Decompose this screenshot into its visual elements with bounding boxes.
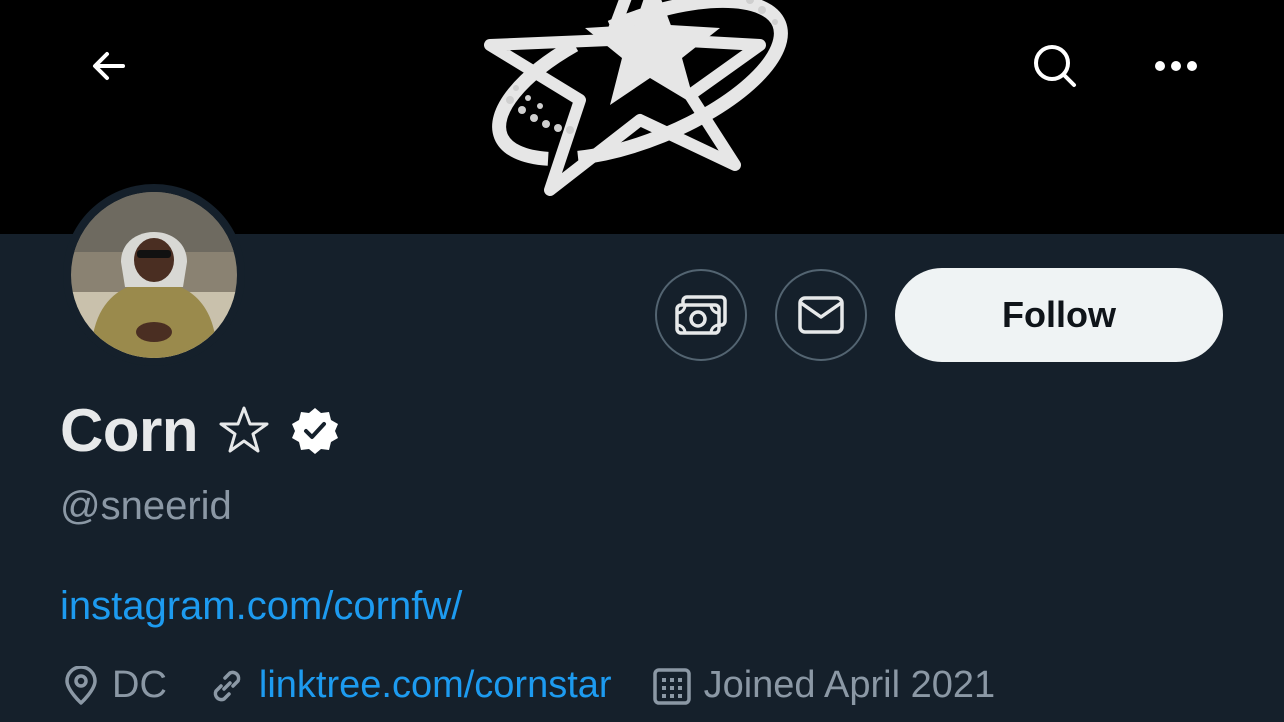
- calendar-icon: [652, 667, 691, 705]
- location-item: DC: [62, 664, 167, 707]
- website-link[interactable]: linktree.com/cornstar: [259, 664, 612, 707]
- tip-button[interactable]: [655, 269, 747, 361]
- money-icon: [675, 295, 727, 335]
- arrow-left-icon: [93, 52, 125, 80]
- search-icon: [1034, 45, 1076, 87]
- joined-text: Joined April 2021: [703, 664, 996, 706]
- star-outline-icon: [219, 406, 269, 452]
- search-button[interactable]: [1023, 34, 1087, 98]
- display-name: Corn: [60, 397, 198, 464]
- follow-button[interactable]: Follow: [895, 268, 1223, 362]
- avatar-container[interactable]: [63, 184, 245, 366]
- location-pin-icon: [65, 665, 97, 705]
- verified-badge-icon[interactable]: [290, 406, 340, 456]
- avatar: [71, 192, 237, 358]
- name-row: Corn: [60, 396, 340, 465]
- back-button[interactable]: [77, 34, 141, 98]
- profile-meta-row: DC linktree.com/cornstar Joined April 20…: [62, 664, 1035, 707]
- joined-item: Joined April 2021: [652, 664, 996, 707]
- bio-link[interactable]: instagram.com/cornfw/: [60, 584, 462, 629]
- link-icon: [213, 670, 241, 701]
- banner-star-logo: [484, 0, 788, 196]
- website-item[interactable]: linktree.com/cornstar: [207, 664, 612, 707]
- profile-handle: @sneerid: [60, 484, 232, 528]
- mail-icon: [798, 296, 844, 334]
- location-text: DC: [112, 664, 167, 706]
- more-options-button[interactable]: [1144, 34, 1208, 98]
- message-button[interactable]: [775, 269, 867, 361]
- more-dots-icon: [1155, 61, 1197, 71]
